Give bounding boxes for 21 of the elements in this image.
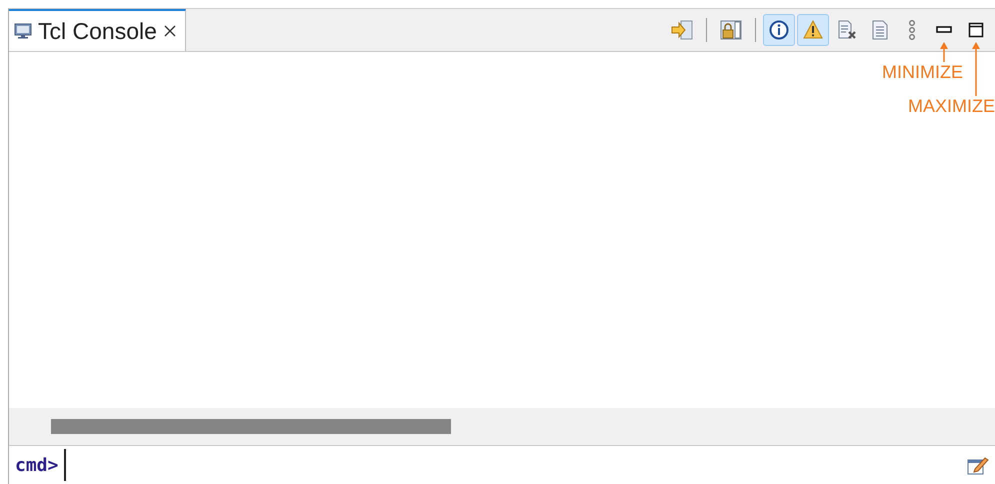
document-icon: [871, 20, 889, 40]
annotation-label: MAXIMIZE: [908, 96, 995, 117]
warning-icon: [803, 20, 823, 40]
annotation-arrow: [972, 42, 980, 96]
info-icon: [769, 20, 789, 40]
arrow-into-page-icon: [671, 20, 693, 40]
monitor-icon: [14, 23, 32, 39]
maximize-icon: [968, 22, 984, 38]
annotation-arrow: [940, 42, 948, 62]
close-icon[interactable]: [162, 24, 177, 38]
lock-icon: [720, 20, 742, 40]
edit-pencil-icon[interactable]: [967, 455, 989, 475]
horizontal-scrollbar[interactable]: [9, 408, 995, 445]
info-button[interactable]: [763, 14, 795, 46]
vertical-dots-icon: [907, 19, 917, 41]
command-prompt: cmd>: [15, 454, 58, 476]
minimize-icon: [936, 26, 952, 34]
page-with-x-icon: [837, 20, 857, 40]
annotation-label: MINIMIZE: [882, 62, 963, 83]
scrollbar-thumb[interactable]: [51, 419, 451, 434]
console-tab[interactable]: Tcl Console: [9, 9, 186, 51]
